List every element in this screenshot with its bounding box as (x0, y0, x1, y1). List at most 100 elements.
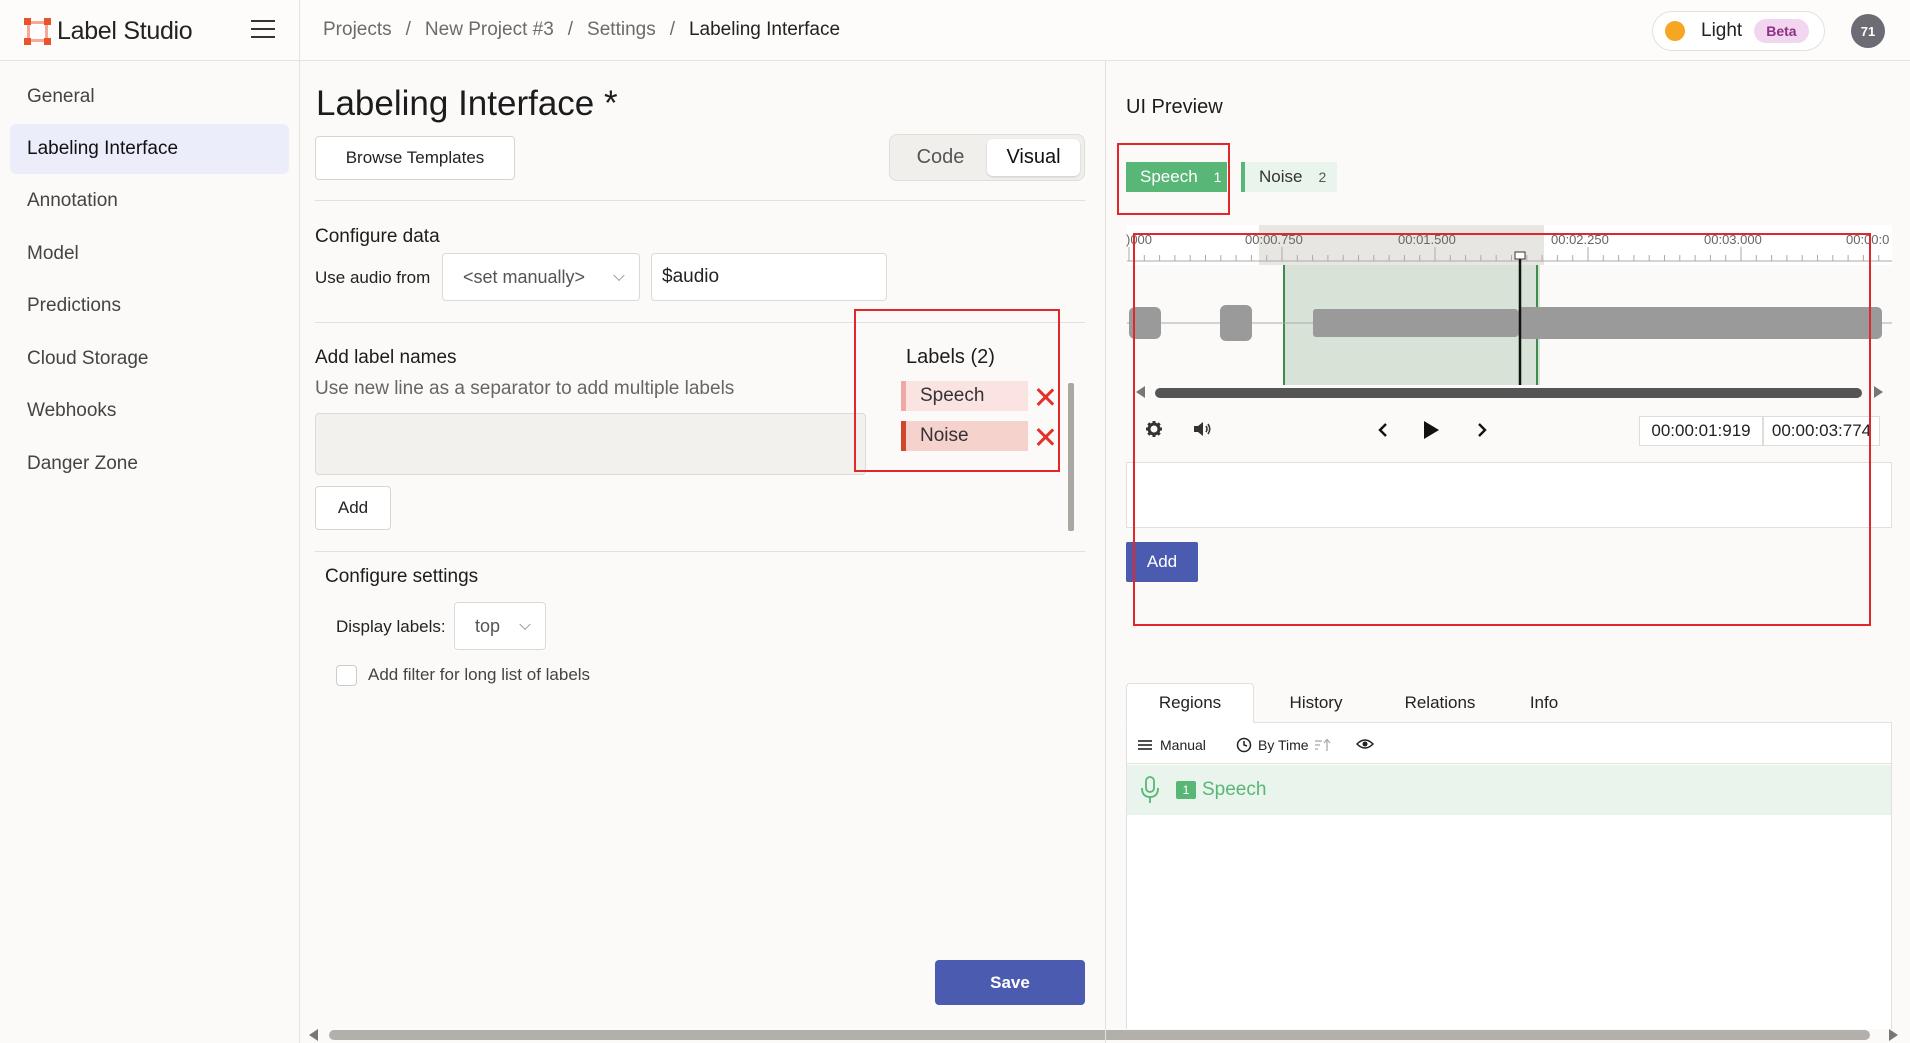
timeline-tick: 00:02.250 (1551, 232, 1609, 247)
theme-toggle[interactable]: Light Beta (1652, 11, 1825, 51)
sidebar-item-webhooks[interactable]: Webhooks (10, 386, 289, 436)
breadcrumb-project[interactable]: New Project #3 (425, 19, 554, 41)
audio-waveform[interactable] (1127, 225, 1892, 385)
sidebar-item-labeling-interface[interactable]: Labeling Interface (10, 124, 289, 174)
theme-label: Light (1701, 20, 1743, 41)
save-button[interactable]: Save (935, 960, 1085, 1005)
top-header: Label Studio Projects / New Project #3 /… (0, 0, 1910, 61)
filter-labels-label: Add filter for long list of labels (368, 665, 591, 684)
horizontal-scrollbar[interactable] (329, 1030, 1870, 1040)
display-labels-select[interactable]: top (454, 602, 546, 650)
preview-title: UI Preview (1126, 96, 1223, 118)
add-label-names-title: Add label names (315, 347, 457, 368)
list-icon (1138, 740, 1152, 750)
preview-tabs: Regions History Relations Info (1126, 683, 1892, 723)
waveform-scroll-left-icon[interactable] (1136, 386, 1145, 398)
region-item[interactable]: 1 Speech (1127, 765, 1891, 815)
divider (315, 322, 1085, 323)
previous-icon[interactable] (1377, 422, 1389, 438)
preview-add-button[interactable]: Add (1126, 542, 1198, 582)
chevron-down-icon (519, 618, 531, 631)
labels-scrollbar[interactable] (1068, 383, 1074, 531)
preview-label-hotkey: 1 (1213, 169, 1222, 185)
app-name: Label Studio (57, 17, 193, 45)
next-icon[interactable] (1476, 422, 1488, 438)
play-icon[interactable] (1422, 420, 1440, 440)
audio-source-value: <set manually> (463, 266, 586, 287)
regions-toolbar: Manual By Time (1126, 726, 1892, 764)
sidebar-item-danger-zone[interactable]: Danger Zone (10, 439, 289, 489)
breadcrumb: Projects / New Project #3 / Settings / L… (323, 19, 840, 41)
tab-visual[interactable]: Visual (987, 139, 1080, 176)
filter-labels-checkbox[interactable] (336, 665, 357, 686)
clock-icon (1236, 737, 1252, 753)
user-avatar[interactable]: 71 (1851, 14, 1885, 48)
waveform-scroll-right-icon[interactable] (1874, 386, 1883, 398)
current-time-display[interactable]: 00:00:01:919 (1639, 416, 1763, 446)
display-labels-label: Display labels: (336, 617, 446, 636)
timeline-tick: 00:00.750 (1245, 232, 1303, 247)
timeline-tick: 00:03.000 (1704, 232, 1762, 247)
sidebar-divider (299, 0, 300, 1043)
tab-relations[interactable]: Relations (1378, 683, 1502, 723)
scroll-left-icon[interactable] (309, 1029, 318, 1041)
eye-icon[interactable] (1356, 737, 1374, 751)
tab-regions[interactable]: Regions (1126, 683, 1254, 723)
microphone-icon (1141, 776, 1159, 803)
timeline-tick: 00:00:0 (1846, 232, 1890, 247)
sort-label: By Time (1258, 737, 1309, 753)
audio-value-input[interactable]: $audio (651, 253, 887, 301)
breadcrumb-separator: / (567, 19, 574, 40)
configure-settings-title: Configure settings (325, 566, 479, 587)
breadcrumb-settings[interactable]: Settings (587, 19, 656, 41)
display-labels-value: top (475, 615, 501, 636)
breadcrumb-current: Labeling Interface (688, 19, 841, 40)
region-label: Speech (1202, 779, 1267, 800)
sun-icon (1665, 21, 1685, 41)
preview-label-noise[interactable]: Noise 2 (1241, 162, 1337, 192)
remove-label-noise-icon[interactable] (1036, 428, 1054, 446)
gear-icon[interactable] (1145, 420, 1163, 438)
group-manual-button[interactable]: Manual (1138, 737, 1206, 753)
sort-direction-icon[interactable] (1314, 738, 1331, 752)
sort-by-time-button[interactable]: By Time (1236, 737, 1331, 753)
waveform-scrollbar[interactable] (1155, 388, 1862, 398)
label-chip-speech[interactable]: Speech (901, 381, 1028, 411)
volume-icon[interactable] (1193, 421, 1213, 437)
labels-list-title: Labels (2) (906, 346, 995, 368)
scroll-right-icon[interactable] (1889, 1029, 1898, 1041)
sidebar-item-annotation[interactable]: Annotation (10, 176, 289, 226)
add-labels-button[interactable]: Add (315, 486, 391, 530)
app-logo[interactable]: Label Studio (24, 17, 193, 46)
breadcrumb-projects[interactable]: Projects (323, 19, 392, 41)
audio-source-select[interactable]: <set manually> (442, 253, 640, 301)
sidebar-item-general[interactable]: General (10, 72, 289, 122)
page-title: Labeling Interface * (316, 84, 618, 123)
configure-data-title: Configure data (315, 226, 440, 247)
label-names-textarea[interactable] (315, 413, 866, 475)
tab-info[interactable]: Info (1502, 683, 1586, 723)
label-chip-noise[interactable]: Noise (901, 421, 1028, 451)
add-label-names-description: Use new line as a separator to add multi… (315, 378, 735, 399)
preview-label-speech[interactable]: Speech 1 (1126, 162, 1227, 192)
timeline-tick: )000 (1126, 232, 1153, 247)
tab-code[interactable]: Code (894, 139, 987, 176)
hamburger-menu-icon[interactable] (251, 20, 275, 40)
preview-textarea[interactable] (1126, 462, 1892, 528)
breadcrumb-separator: / (669, 19, 675, 40)
preview-label-name: Noise (1259, 167, 1303, 186)
remove-label-speech-icon[interactable] (1036, 388, 1054, 406)
timeline-tick: 00:01.500 (1398, 232, 1456, 247)
view-toggle: Code Visual (889, 134, 1085, 181)
browse-templates-button[interactable]: Browse Templates (315, 136, 515, 180)
beta-badge: Beta (1754, 19, 1809, 43)
chevron-down-icon (613, 269, 625, 282)
preview-label-name: Speech (1140, 167, 1198, 186)
region-index: 1 (1176, 781, 1196, 799)
duration-display: 00:00:03:774 (1763, 416, 1880, 446)
tab-history[interactable]: History (1254, 683, 1378, 723)
label-studio-logo-icon (24, 18, 51, 45)
sidebar-item-cloud-storage[interactable]: Cloud Storage (10, 334, 289, 384)
sidebar-item-predictions[interactable]: Predictions (10, 281, 289, 331)
sidebar-item-model[interactable]: Model (10, 229, 289, 279)
